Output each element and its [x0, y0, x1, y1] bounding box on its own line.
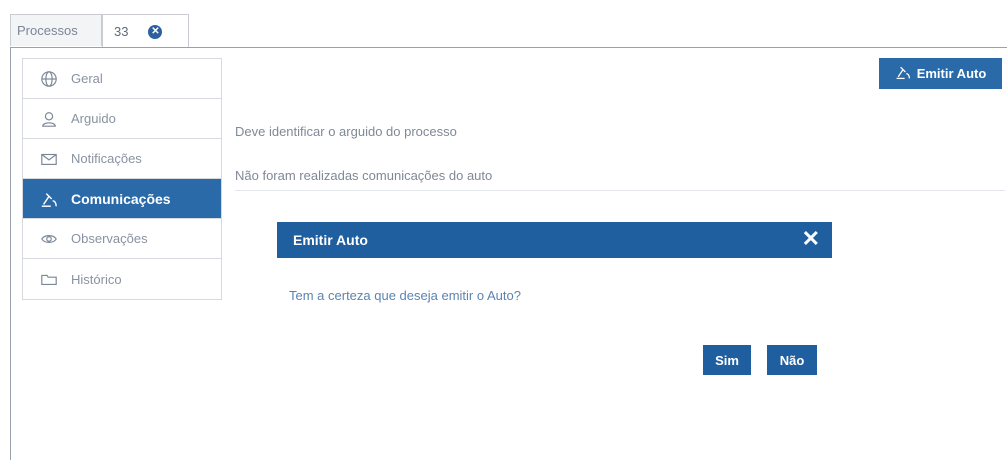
sidebar: Geral Arguido Notificações Comunicações …: [22, 58, 222, 300]
sidebar-item-label: Comunicações: [71, 190, 171, 207]
dialog-header: Emitir Auto ✕: [277, 222, 832, 258]
close-circle-icon[interactable]: ✕: [148, 24, 163, 39]
sidebar-item-geral[interactable]: Geral: [23, 59, 221, 99]
gavel-icon: [39, 189, 59, 209]
sidebar-item-comunicacoes[interactable]: Comunicações: [23, 179, 221, 219]
message-identify-arguido: Deve identificar o arguido do processo: [235, 124, 457, 139]
eye-icon: [39, 229, 59, 249]
sidebar-item-label: Geral: [71, 71, 103, 86]
sidebar-item-arguido[interactable]: Arguido: [23, 99, 221, 139]
emit-auto-label: Emitir Auto: [916, 66, 987, 81]
dialog-title: Emitir Auto: [293, 232, 368, 248]
sidebar-item-historico[interactable]: Histórico: [23, 259, 221, 299]
envelope-icon: [39, 149, 59, 169]
yes-button[interactable]: Sim: [703, 345, 751, 375]
tab-bar: Processos 33 ✕: [10, 14, 189, 48]
divider: [235, 190, 1005, 191]
emit-auto-button[interactable]: Emitir Auto: [879, 58, 1002, 89]
sidebar-item-label: Notificações: [71, 151, 142, 166]
sidebar-item-label: Histórico: [71, 271, 122, 287]
no-button[interactable]: Não: [767, 345, 817, 375]
sidebar-item-notificacoes[interactable]: Notificações: [23, 139, 221, 179]
confirm-dialog: Emitir Auto ✕ Tem a certeza que deseja e…: [277, 222, 832, 392]
tab-processos[interactable]: Processos: [10, 14, 102, 46]
user-icon: [39, 109, 59, 129]
sidebar-item-label: Arguido: [71, 111, 116, 126]
message-no-communications: Não foram realizadas comunicações do aut…: [235, 168, 493, 183]
dialog-message: Tem a certeza que deseja emitir o Auto?: [289, 288, 521, 303]
close-icon[interactable]: ✕: [802, 228, 820, 250]
sidebar-item-observacoes[interactable]: Observações: [23, 219, 221, 259]
tab-33-label: 33: [114, 24, 129, 39]
globe-icon: [39, 69, 59, 89]
tab-process-33[interactable]: 33 ✕: [102, 14, 189, 48]
folder-icon: [39, 269, 59, 289]
tab-processos-label: Processos: [17, 23, 78, 38]
gavel-icon: [895, 64, 911, 83]
sidebar-item-label: Observações: [71, 231, 148, 246]
